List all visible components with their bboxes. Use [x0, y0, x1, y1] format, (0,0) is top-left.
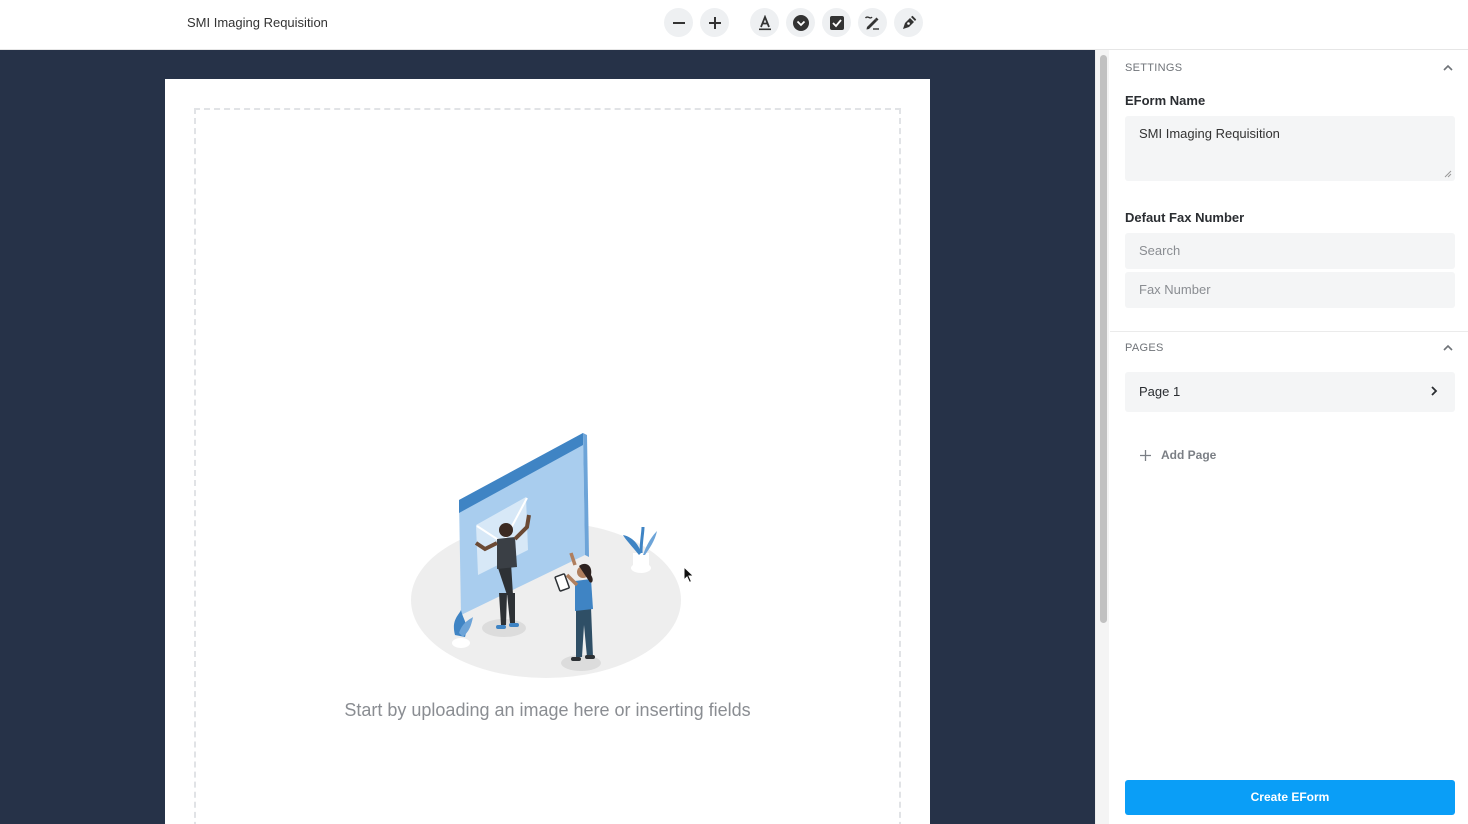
page-item-label: Page 1 — [1139, 384, 1181, 399]
chevron-up-icon[interactable] — [1442, 342, 1454, 354]
scrollbar-thumb[interactable] — [1100, 55, 1107, 623]
text-field-button[interactable] — [750, 8, 779, 37]
zoom-out-button[interactable] — [664, 8, 693, 37]
empty-state-illustration — [411, 433, 681, 678]
signature-icon — [864, 16, 879, 30]
empty-state-message: Start by uploading an image here or inse… — [344, 700, 751, 720]
canvas-scrollbar[interactable] — [1095, 50, 1109, 824]
form-page: Start by uploading an image here or inse… — [165, 79, 930, 824]
signature-field-button[interactable] — [858, 8, 887, 37]
settings-sidebar: SETTINGS EForm Name SMI Imaging Requisit… — [1110, 50, 1468, 824]
eform-name-textarea[interactable]: SMI Imaging Requisition — [1125, 116, 1455, 181]
create-eform-button[interactable]: Create EForm — [1125, 780, 1455, 815]
zoom-in-button[interactable] — [700, 8, 729, 37]
upload-dropzone[interactable]: Start by uploading an image here or inse… — [194, 108, 901, 824]
mouse-cursor-icon — [683, 566, 695, 584]
form-title: SMI Imaging Requisition — [187, 15, 328, 30]
plus-icon — [708, 16, 721, 29]
default-fax-label: Defaut Fax Number — [1125, 210, 1245, 225]
resize-grip-icon[interactable] — [1444, 170, 1452, 178]
fax-number-input[interactable]: Fax Number — [1125, 272, 1455, 308]
pen-icon — [902, 15, 916, 29]
chevron-right-icon — [1431, 386, 1438, 396]
plus-icon — [1140, 449, 1151, 461]
top-bar: SMI Imaging Requisition — [0, 0, 1468, 50]
text-field-icon — [758, 14, 771, 30]
checkbox-field-button[interactable] — [822, 8, 851, 37]
page-list-item[interactable]: Page 1 — [1125, 372, 1455, 412]
add-page-button[interactable]: Add Page — [1140, 448, 1216, 462]
eform-name-value: SMI Imaging Requisition — [1139, 126, 1280, 141]
dropdown-icon — [792, 14, 809, 31]
pen-field-button[interactable] — [894, 8, 923, 37]
chevron-up-icon[interactable] — [1442, 62, 1454, 74]
pages-heading: PAGES — [1125, 342, 1164, 354]
section-divider — [1110, 331, 1468, 332]
eform-name-label: EForm Name — [1125, 93, 1206, 108]
settings-heading: SETTINGS — [1125, 62, 1183, 74]
fax-search-input[interactable]: Search — [1125, 233, 1455, 269]
add-page-label: Add Page — [1161, 448, 1217, 462]
dropdown-field-button[interactable] — [786, 8, 815, 37]
editor-canvas: Start by uploading an image here or inse… — [0, 50, 1095, 824]
minus-icon — [672, 21, 685, 24]
checkbox-icon — [829, 15, 844, 30]
